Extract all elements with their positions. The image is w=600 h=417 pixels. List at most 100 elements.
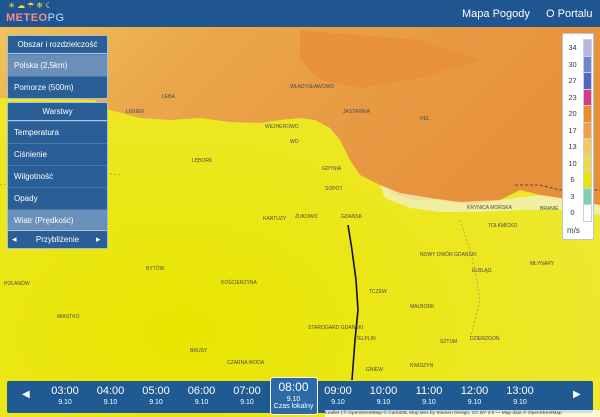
- top-navigation-bar: ☀ ☁ ☂ ❄ ☇ METEOPG Mapa Pogody O Portalu: [0, 0, 600, 27]
- current-time-label: Czas lokalny: [273, 403, 314, 410]
- time-slot-date: 9.10: [103, 399, 118, 406]
- zoom-label: Przybliżenie: [35, 235, 80, 244]
- legend-value: 13: [568, 142, 577, 151]
- time-slot[interactable]: 06:00 9.10: [179, 385, 225, 406]
- time-slot[interactable]: 05:00 9.10: [133, 385, 179, 406]
- place-label: KRYNICA MORSKA: [467, 205, 513, 211]
- time-slot-hour: 09:00: [324, 385, 352, 397]
- place-label: WEJHEROWO: [265, 124, 299, 130]
- time-slot[interactable]: 10:00 9.10: [361, 385, 407, 406]
- area-item-polska[interactable]: Polska (2,5km): [8, 54, 107, 76]
- time-slot-active[interactable]: 08:00 9.10 Czas lokalny: [269, 377, 318, 415]
- storm-icon: ☇: [45, 1, 50, 10]
- area-item-pomorze[interactable]: Pomorze (500m): [8, 76, 107, 98]
- place-label: GNIEW: [366, 367, 383, 373]
- place-label: WO: [290, 139, 299, 145]
- place-label: TOLKMICKO: [488, 223, 517, 229]
- legend-value: 17: [568, 125, 577, 135]
- legend-value: 3: [570, 191, 575, 201]
- place-label: SOPOT: [325, 186, 343, 192]
- area-panel-title: Obszar i rozdzielczość: [8, 36, 107, 54]
- legend-value: 30: [568, 59, 577, 69]
- time-slot[interactable]: 13:00 9.10: [497, 385, 543, 406]
- legend-swatch: [583, 171, 592, 189]
- time-slot-hour: 08:00: [278, 380, 309, 394]
- place-label: ŻUKOWO: [295, 213, 318, 220]
- time-slot-hour: 05:00: [142, 385, 170, 397]
- wind-speed-legend: 34 30 27 23 20 17 13 10 6 3 0 m/s: [562, 33, 594, 240]
- place-label: POLANÓW: [4, 280, 30, 287]
- place-label: KWIDZYN: [410, 363, 433, 369]
- layers-panel: Warstwy Temperatura Ciśnienie Wilgotność…: [7, 102, 108, 232]
- place-label: BRANIE: [540, 206, 559, 212]
- legend-swatch: [583, 105, 592, 123]
- legend-swatch: [583, 154, 592, 172]
- snow-icon: ❄: [36, 1, 44, 10]
- logo[interactable]: ☀ ☁ ☂ ❄ ☇ METEOPG: [6, 2, 65, 25]
- nav-link-map[interactable]: Mapa Pogody: [462, 8, 530, 20]
- time-prev-arrow-icon[interactable]: ◀: [22, 389, 30, 400]
- time-slot-date: 9.10: [513, 399, 527, 406]
- time-slot-hour: 13:00: [506, 385, 534, 397]
- place-label: HEL: [420, 116, 430, 122]
- time-slot[interactable]: 03:00 9.10: [42, 385, 88, 406]
- time-slot[interactable]: 12:00 9.10: [452, 385, 498, 406]
- time-slot-hour: 06:00: [187, 385, 216, 397]
- time-slot-hour: 12:00: [460, 385, 489, 397]
- logo-text-part-b: PG: [47, 12, 65, 24]
- map-attribution[interactable]: Leaflet | © OpenStreetMap © CartoDB, Map…: [325, 410, 600, 417]
- place-label: SZTUM: [440, 339, 457, 345]
- time-bar: ◀ 03:00 9.10 04:00 9.10 05:00 9.10 06:00 9.10 07…: [7, 377, 593, 415]
- place-label: DZIERZGOŃ: [470, 335, 500, 342]
- time-slot[interactable]: 07:00 9.10: [224, 385, 270, 406]
- time-slot-date: 9.10: [286, 396, 301, 403]
- legend-swatch: [583, 88, 592, 106]
- place-label: MALBORK: [410, 304, 435, 310]
- layer-item-precipitation[interactable]: Opady: [8, 187, 107, 209]
- time-slot-date: 9.10: [58, 399, 72, 406]
- place-label: WŁADYSŁAWOWO: [290, 84, 334, 90]
- time-slot-hour: 11:00: [415, 385, 443, 397]
- time-slot-hour: 03:00: [51, 385, 79, 397]
- place-label: CZARNA WODA: [227, 360, 265, 366]
- place-label: BYTÓW: [146, 265, 165, 272]
- legend-swatch: [583, 204, 592, 222]
- time-slot-hour: 10:00: [369, 385, 398, 397]
- logo-text-part-a: METEO: [6, 12, 48, 24]
- cloud-icon: ☁: [17, 1, 26, 10]
- legend-swatch: [583, 138, 592, 156]
- place-label: TCZEW: [369, 289, 387, 295]
- time-slot-date: 9.10: [467, 399, 482, 406]
- nav-link-about[interactable]: O Portalu: [546, 8, 592, 20]
- zoom-in-arrow-icon[interactable]: ▸: [96, 234, 101, 245]
- place-label: MŁYNARY: [530, 261, 555, 267]
- time-slot[interactable]: 11:00 9.10: [406, 385, 452, 406]
- layer-item-wind-speed[interactable]: Wiatr (Prędkość): [8, 209, 107, 231]
- layer-item-humidity[interactable]: Wilgotność: [8, 165, 107, 187]
- legend-value: 6: [570, 175, 575, 184]
- time-slot[interactable]: 04:00 9.10: [88, 385, 134, 406]
- place-label: NOWY DWÓR GDAŃSKI: [420, 251, 477, 258]
- layer-item-temperature[interactable]: Temperatura: [8, 121, 107, 143]
- legend-value: 27: [568, 76, 577, 85]
- time-slot[interactable]: 09:00 9.10: [315, 385, 361, 406]
- time-slot-date: 9.10: [194, 399, 209, 406]
- layers-panel-title: Warstwy: [8, 103, 107, 121]
- layer-item-pressure[interactable]: Ciśnienie: [8, 143, 107, 165]
- place-label: GDYNIA: [322, 166, 342, 172]
- legend-value: 0: [570, 208, 575, 217]
- sun-icon: ☀: [8, 1, 16, 10]
- legend-value: 20: [568, 109, 577, 118]
- time-slot-date: 9.10: [240, 399, 254, 406]
- legend-value: 34: [568, 43, 577, 52]
- legend-swatch: [583, 55, 592, 73]
- legend-swatch: [583, 72, 592, 90]
- time-slot-date: 9.10: [376, 399, 391, 406]
- legend-unit: m/s: [567, 226, 580, 235]
- legend-value: 23: [568, 92, 577, 102]
- weather-icons: ☀ ☁ ☂ ❄ ☇: [8, 2, 50, 10]
- place-label: GDAŃSK: [341, 213, 363, 220]
- place-label: MIASTKO: [57, 314, 80, 320]
- legend-swatch: [583, 121, 592, 139]
- time-next-arrow-icon[interactable]: ▶: [573, 389, 581, 400]
